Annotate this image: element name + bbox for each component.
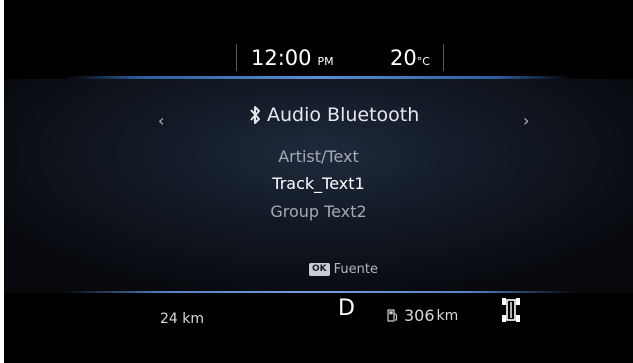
track-title: Track_Text1 bbox=[272, 174, 365, 193]
outside-temperature: 20°C bbox=[390, 46, 430, 70]
fuel-range-unit: km bbox=[436, 307, 459, 324]
audio-source-label: Audio Bluetooth bbox=[267, 104, 420, 126]
vehicle-4wd-icon bbox=[502, 298, 520, 322]
trip-range: 24 km bbox=[160, 311, 205, 327]
bluetooth-icon bbox=[250, 106, 260, 124]
clock-ampm: PM bbox=[317, 55, 334, 68]
audio-source-title: Audio Bluetooth bbox=[249, 104, 419, 126]
previous-source-button[interactable]: ‹ bbox=[158, 111, 164, 130]
header-divider-right bbox=[443, 44, 444, 71]
clock-time: 12:00 bbox=[251, 46, 312, 70]
vehicle-display: 12:00 PM 20°C ‹ › Audio Bluetooth Artist/… bbox=[4, 0, 633, 363]
clock: 12:00 PM bbox=[251, 46, 334, 70]
fuel-range-value: 306 bbox=[404, 306, 435, 325]
gear-indicator: D bbox=[338, 296, 355, 321]
fuel-range: 306 km bbox=[387, 306, 458, 325]
ok-button-badge[interactable]: OK bbox=[309, 263, 330, 276]
fuel-pump-icon bbox=[387, 309, 398, 322]
temperature-value: 20 bbox=[390, 46, 417, 70]
source-hint-label: Fuente bbox=[333, 262, 378, 277]
artist-text: Artist/Text bbox=[278, 147, 359, 166]
temperature-unit: °C bbox=[416, 55, 430, 68]
group-text: Group Text2 bbox=[270, 202, 367, 221]
next-source-button[interactable]: › bbox=[523, 111, 529, 130]
source-hint: OK Fuente bbox=[309, 262, 378, 277]
header-divider-left bbox=[236, 44, 237, 71]
